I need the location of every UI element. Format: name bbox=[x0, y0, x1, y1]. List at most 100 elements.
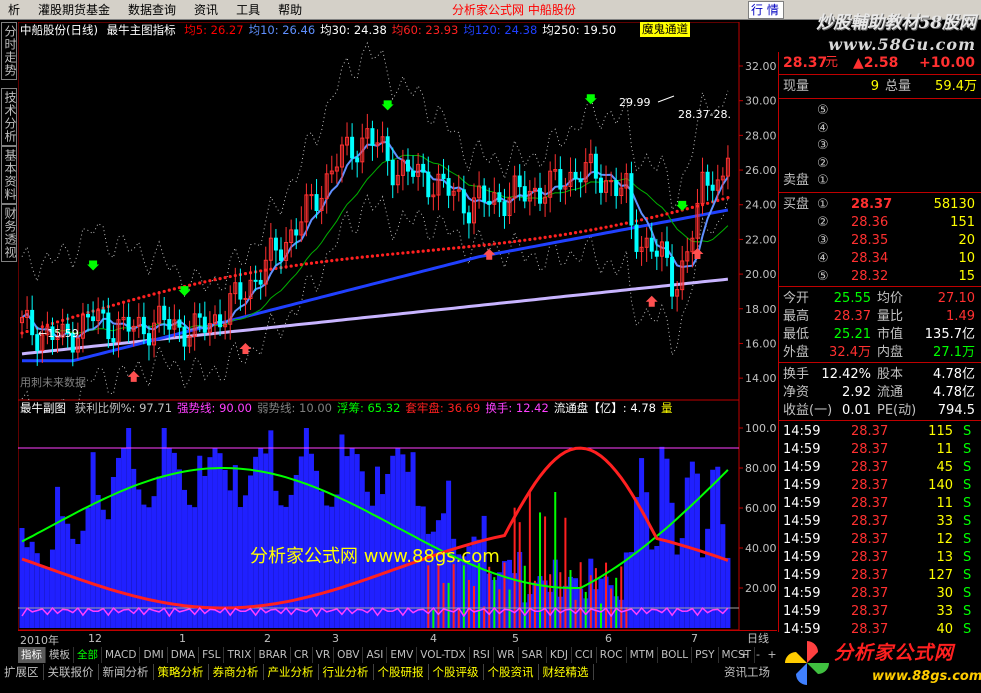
zoom-out-button[interactable]: - bbox=[751, 647, 765, 663]
menu-item-data-query[interactable]: 数据查询 bbox=[120, 0, 186, 20]
sell-level-row[interactable]: ② bbox=[779, 155, 981, 173]
sell-level-row[interactable]: ④ bbox=[779, 120, 981, 138]
bottom-tab[interactable]: 行业分析 bbox=[319, 664, 374, 680]
menu-item-news[interactable]: 资讯 bbox=[186, 0, 228, 20]
indicator-tab[interactable]: FSL bbox=[199, 647, 225, 663]
indicator-tab[interactable]: DMA bbox=[168, 647, 200, 663]
tab-fundamentals[interactable]: 基本资料 bbox=[1, 146, 17, 204]
tab-technical[interactable]: 技术分析 bbox=[1, 88, 17, 146]
tick-volume: 33 bbox=[936, 514, 953, 529]
indicator-tab[interactable]: 全部 bbox=[74, 647, 102, 663]
indicator-tab[interactable]: RSI bbox=[470, 647, 494, 663]
bottom-tab[interactable]: 个股评级 bbox=[429, 664, 484, 680]
indicator-tab[interactable]: PSY bbox=[692, 647, 719, 663]
buy-level-row[interactable]: ② 28.36 151 bbox=[779, 214, 981, 232]
stats-row: 外盘 32.4万 内盘 27.1万 bbox=[779, 344, 981, 362]
tab-financials[interactable]: 财务透视 bbox=[1, 204, 17, 262]
indicator-tab[interactable]: SAR bbox=[519, 647, 547, 663]
ma60-dot bbox=[411, 250, 415, 254]
ma60-dot bbox=[137, 296, 141, 300]
buy-level-row[interactable]: ③ 28.35 20 bbox=[779, 232, 981, 250]
candle-body bbox=[182, 326, 187, 347]
indicator-tab[interactable]: MACD bbox=[102, 647, 141, 663]
bottom-tab[interactable]: 新闻分析 bbox=[99, 664, 154, 680]
indicator-tab[interactable]: ASI bbox=[363, 647, 388, 663]
menu-item-help[interactable]: 帮助 bbox=[270, 0, 312, 20]
buy-level-row[interactable]: ⑤ 28.32 15 bbox=[779, 268, 981, 286]
tick-volume: 40 bbox=[936, 622, 953, 637]
price-axis-label: 16.00 bbox=[745, 337, 777, 350]
sell-level-row[interactable]: ③ bbox=[779, 137, 981, 155]
indicator-tab[interactable]: 模板 bbox=[46, 647, 74, 663]
main-chart[interactable]: 32.00 30.00 28.00 26.00 24.00 22.00 20.00 18.00… bbox=[18, 22, 777, 400]
ma60-dot bbox=[507, 240, 512, 244]
bottom-tab[interactable]: 策略分析 bbox=[154, 664, 209, 680]
profit-bar bbox=[268, 430, 274, 628]
period-label[interactable]: 日线 bbox=[739, 630, 777, 646]
buy-level-row[interactable]: ④ 28.34 10 bbox=[779, 250, 981, 268]
ma-legend-item: 均120: 24.38 bbox=[463, 23, 538, 37]
time-label: 2010年 bbox=[20, 634, 59, 647]
ma60-dot bbox=[614, 223, 618, 227]
sell-level-row[interactable]: ⑤ bbox=[779, 102, 981, 120]
indicator-tab[interactable]: BOLL bbox=[658, 647, 693, 663]
stat-value: 28.37 bbox=[833, 309, 871, 324]
indicator-tab[interactable]: CR bbox=[291, 647, 313, 663]
bottom-tab[interactable]: 个股研报 bbox=[374, 664, 429, 680]
watermark-banner: 炒股輔助教材58股网 www.58Gu.com bbox=[760, 2, 980, 58]
info-workshop-tab[interactable]: 资讯工场 bbox=[724, 664, 770, 680]
indicator-tab[interactable]: MTM bbox=[627, 647, 659, 663]
stat-label: 股本 bbox=[877, 367, 904, 382]
sub-chart[interactable]: 100.0080.0060.0040.0020.00$ 最牛副图 获利比例%: … bbox=[18, 400, 777, 630]
main-chart-canvas[interactable]: 32.00 30.00 28.00 26.00 24.00 22.00 20.00 18.00… bbox=[18, 22, 777, 400]
tick-row: 14:59 28.37 40 S bbox=[779, 621, 981, 639]
indicator-tab[interactable]: VR bbox=[313, 647, 335, 663]
bottom-tab[interactable]: 财经精选 bbox=[539, 664, 594, 680]
ma60-dot bbox=[203, 280, 207, 284]
menu-item-futures[interactable]: 灌股期货基金 bbox=[30, 0, 120, 20]
buy-level-row[interactable]: 买盘 ① 28.37 58130 bbox=[779, 196, 981, 214]
indicator-tab[interactable]: ROC bbox=[597, 647, 627, 663]
sub-chart-canvas[interactable]: 100.0080.0060.0040.0020.00$ bbox=[18, 400, 777, 630]
ma60-dot bbox=[421, 249, 425, 253]
tick-time: 14:59 bbox=[783, 550, 821, 565]
sub-legend-item: 换手: 12.42 bbox=[485, 401, 549, 415]
ma60-dot bbox=[558, 233, 562, 237]
menu-item-tools[interactable]: 工具 bbox=[228, 0, 270, 20]
indicator-tab[interactable]: OBV bbox=[334, 647, 364, 663]
divider bbox=[779, 192, 981, 193]
sub-legend-item: 浮筹: 65.32 bbox=[336, 401, 401, 415]
tick-volume: 11 bbox=[936, 442, 953, 457]
add-window-button[interactable]: + bbox=[765, 647, 779, 663]
indicator-tab[interactable]: KDJ bbox=[547, 647, 572, 663]
indicator-tab[interactable]: EMV bbox=[387, 647, 418, 663]
candle-body bbox=[482, 185, 487, 202]
volume-bar bbox=[544, 516, 547, 628]
indicator-tab[interactable]: VOL-TDX bbox=[417, 647, 470, 663]
indicator-tab[interactable]: BRAR bbox=[255, 647, 291, 663]
bottom-tab[interactable]: 产业分析 bbox=[264, 664, 319, 680]
indicator-tab[interactable]: CCI bbox=[572, 647, 597, 663]
bottom-tab[interactable]: 关联报价 bbox=[44, 664, 99, 680]
bottom-tab[interactable]: 扩展区 bbox=[0, 664, 44, 680]
sell-level-row[interactable]: 卖盘 ① bbox=[779, 172, 981, 190]
menu-item-analysis[interactable]: 析 bbox=[0, 0, 30, 20]
candle-body bbox=[202, 316, 207, 333]
stat-label: 今开 bbox=[783, 291, 810, 306]
indicator-tab[interactable]: 指标 bbox=[18, 647, 46, 663]
indicator-tab[interactable]: DMI bbox=[140, 647, 168, 663]
tick-price: 28.37 bbox=[851, 604, 889, 619]
zoom-in-button[interactable]: + bbox=[737, 647, 751, 663]
stat-label: 最高 bbox=[783, 309, 810, 324]
time-label: 3 bbox=[332, 632, 339, 645]
bottom-tab[interactable]: 券商分析 bbox=[209, 664, 264, 680]
ma60-dot bbox=[111, 303, 116, 307]
profit-bar bbox=[232, 465, 238, 628]
indicator-tab[interactable]: TRIX bbox=[224, 647, 256, 663]
tab-intraday[interactable]: 分时走势 bbox=[1, 22, 17, 80]
profit-bar bbox=[212, 448, 218, 628]
ma60-dot bbox=[132, 297, 136, 302]
ma60-dot bbox=[528, 237, 532, 242]
indicator-tab[interactable]: WR bbox=[494, 647, 519, 663]
bottom-tab[interactable]: 个股资讯 bbox=[484, 664, 539, 680]
